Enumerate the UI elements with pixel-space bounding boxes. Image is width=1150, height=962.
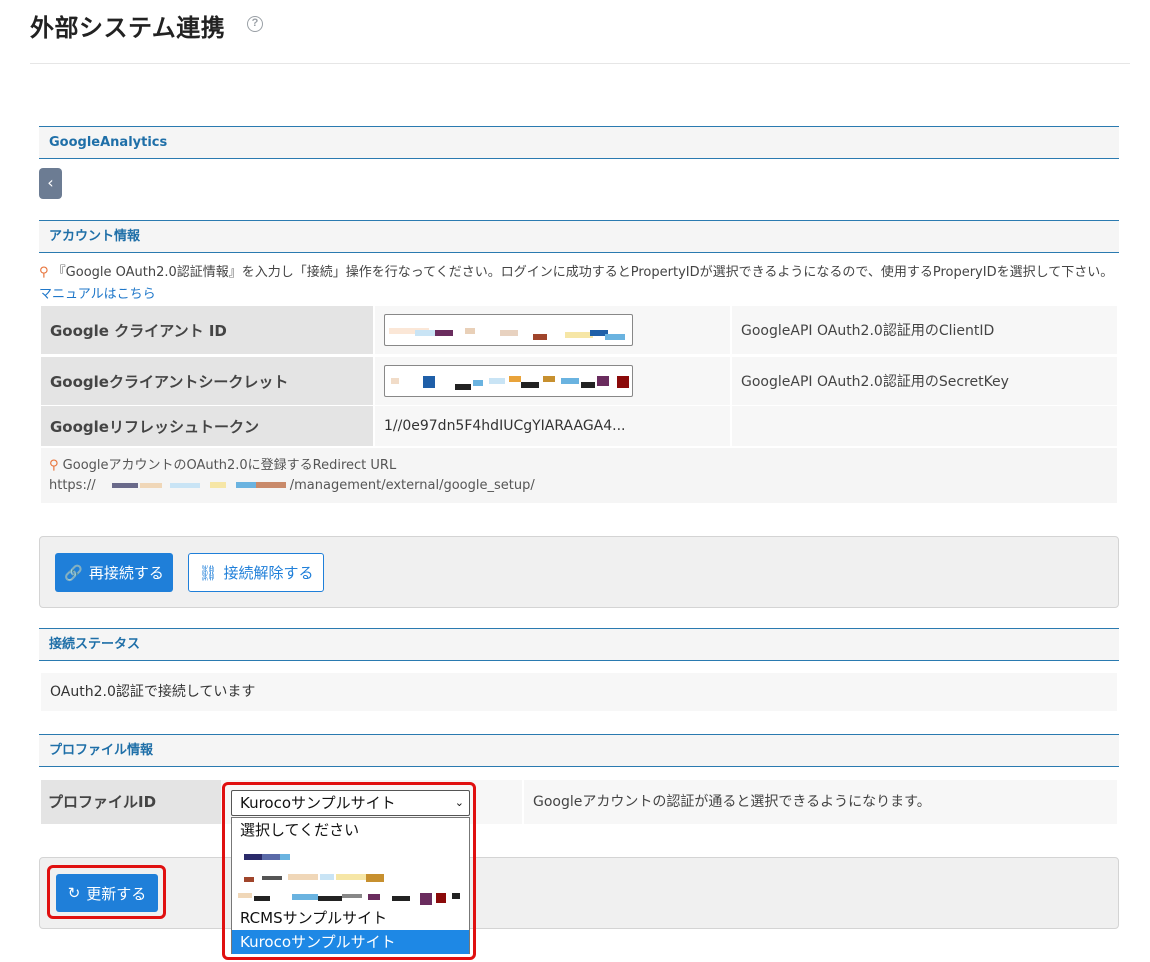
redirect-url-label-line: ⚲ GoogleアカウントのOAuth2.0に登録するRedirect URL (49, 456, 1109, 476)
chevron-left-icon: ‹ (47, 173, 54, 192)
section-header-status: 接続ステータス (39, 628, 1119, 661)
client-secret-input[interactable] (384, 365, 633, 397)
redirect-url-line: https:// /management/external/google_set… (49, 476, 1109, 496)
client-secret-desc: GoogleAPI OAuth2.0認証用のSecretKey (732, 357, 1117, 405)
section-header-googleanalytics: GoogleAnalytics (39, 126, 1119, 159)
highlight-frame-update-button (47, 865, 166, 919)
client-id-cell (375, 306, 730, 354)
unlink-icon: ⛓ (198, 563, 218, 582)
disconnect-label: 接続解除する (223, 564, 314, 582)
update-action-bar: ↻ 更新する (39, 857, 1119, 929)
profile-id-label: プロファイルID (41, 780, 221, 824)
title-divider (30, 63, 1130, 64)
redirect-url-box: ⚲ GoogleアカウントのOAuth2.0に登録するRedirect URL … (41, 448, 1117, 503)
account-note: ⚲ 『Google OAuth2.0認証情報』を入力し「接続」操作を行なってくだ… (39, 262, 1119, 306)
connect-action-bar: 🔗 再接続する ⛓ 接続解除する (39, 536, 1119, 608)
client-id-row: Google クライアント ID GoogleAPI OAuth2.0認証用のC… (41, 306, 1117, 354)
client-id-label: Google クライアント ID (41, 306, 373, 354)
client-id-input[interactable] (384, 314, 633, 346)
disconnect-button[interactable]: ⛓ 接続解除する (188, 553, 324, 592)
account-note-text: 『Google OAuth2.0認証情報』を入力し「接続」操作を行なってください… (52, 265, 1114, 280)
redirect-url-prefix: https:// (49, 478, 96, 493)
refresh-token-row: Googleリフレッシュトークン 1//0e97dn5F4hdIUCgYIARA… (41, 406, 1117, 446)
refresh-token-desc (732, 406, 1117, 446)
redirect-url-masked (100, 481, 290, 491)
profile-id-desc: Googleアカウントの認証が通ると選択できるようになります。 (524, 780, 1117, 824)
lightbulb-icon: ⚲ (39, 265, 49, 280)
refresh-token-label: Googleリフレッシュトークン (41, 406, 373, 446)
section-header-profile: プロファイル情報 (39, 734, 1119, 767)
redirect-url-suffix: /management/external/google_setup/ (289, 478, 535, 493)
manual-link[interactable]: マニュアルはこちら (39, 287, 156, 302)
question-circle-icon[interactable]: ? (247, 16, 263, 32)
page-title: 外部システム連携 (30, 14, 226, 42)
section-header-account: アカウント情報 (39, 220, 1119, 253)
connection-status-text: OAuth2.0認証で接続しています (41, 673, 1117, 711)
reconnect-button[interactable]: 🔗 再接続する (55, 553, 173, 592)
redirect-url-label: GoogleアカウントのOAuth2.0に登録するRedirect URL (62, 458, 397, 473)
highlight-frame-profile-select (222, 782, 476, 960)
client-secret-label: Googleクライアントシークレット (41, 357, 373, 405)
client-secret-row: Googleクライアントシークレット GoogleAPI OAuth2.0認証用… (41, 357, 1117, 405)
client-secret-cell (375, 357, 730, 405)
client-id-desc: GoogleAPI OAuth2.0認証用のClientID (732, 306, 1117, 354)
lightbulb-icon: ⚲ (49, 458, 59, 473)
link-icon: 🔗 (64, 563, 83, 582)
reconnect-label: 再接続する (88, 564, 164, 582)
back-button[interactable]: ‹ (39, 168, 62, 199)
refresh-token-value: 1//0e97dn5F4hdIUCgYIARAAGA4... (375, 406, 730, 446)
